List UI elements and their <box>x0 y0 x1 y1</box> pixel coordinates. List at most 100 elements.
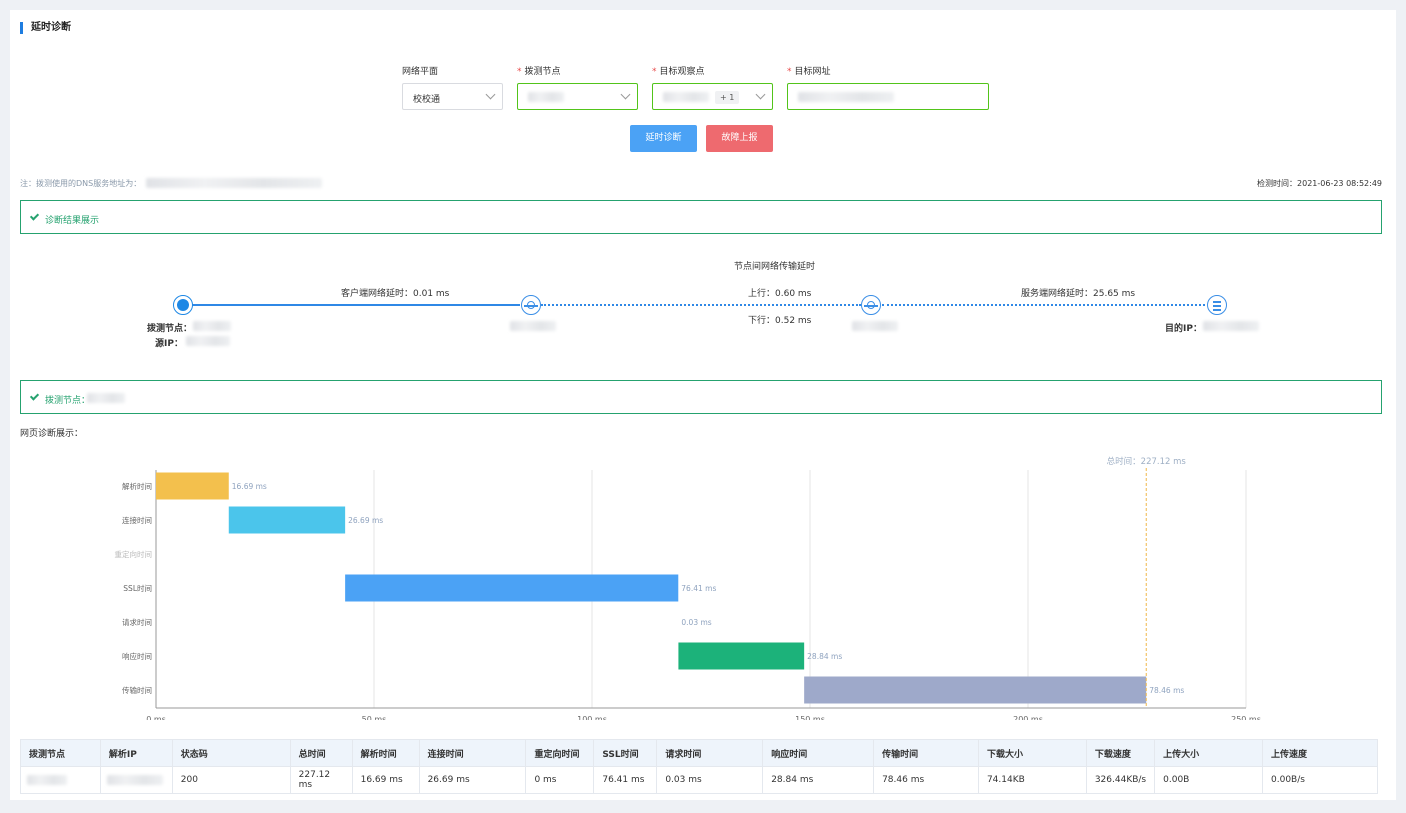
table-cell: 16.69 ms <box>351 766 420 794</box>
extra-count-tag: + 1 <box>715 91 740 104</box>
results-table: 拨测节点 解析IP 状态码 总时间 解析时间 连接时间 重定向时间 SSL时间 请求时间 响应时间… <box>20 739 1378 794</box>
bar-value-label: 16.69 ms <box>232 482 267 491</box>
x-tick-label: 50 ms <box>362 715 387 720</box>
table-cell: 0.00B <box>1154 766 1263 794</box>
dns-note: 注：拨测使用的DNS服务地址为： <box>20 179 142 188</box>
table-cell: 78.46 ms <box>873 766 979 794</box>
report-fault-button[interactable]: 故障上报 <box>706 125 773 152</box>
check-icon <box>29 211 40 221</box>
total-time-label: 总时间：227.12 ms <box>1107 456 1187 467</box>
table-cell <box>20 766 101 794</box>
probe-node-caption: 拨测节点： <box>147 324 193 334</box>
bar <box>156 472 229 500</box>
bar-value-label: 26.69 ms <box>348 516 383 525</box>
x-tick-label: 150 ms <box>795 715 825 720</box>
table-header-cell: 下载大小 <box>977 739 1087 767</box>
probe-node-panel: 拨测节点： <box>20 380 1382 414</box>
waterfall-chart: 0 ms 50 ms 100 ms 150 ms 200 ms 250 ms 解析时间 16.… <box>115 456 1261 720</box>
table-cell: 0.00B/s <box>1262 766 1378 794</box>
check-icon <box>29 391 40 401</box>
bar <box>804 676 1147 704</box>
redacted-source-ip <box>186 336 230 346</box>
table-cell <box>99 766 173 794</box>
bar-value-label: 0.03 ms <box>681 618 711 627</box>
redacted-dest-ip <box>1203 321 1259 331</box>
category-label: 解析时间 <box>122 481 152 491</box>
category-label: 重定向时间 <box>115 549 153 559</box>
category-label: 传输时间 <box>122 685 152 695</box>
table-cell: 26.69 ms <box>418 766 527 794</box>
redacted-dns <box>146 178 322 188</box>
topology-header: 节点间网络传输延时 <box>734 262 816 272</box>
table-cell: 227.12 ms <box>289 766 353 794</box>
target-observe-select[interactable]: + 1 <box>652 83 773 110</box>
client-link-line <box>192 304 520 306</box>
diagnose-button[interactable]: 延时诊断 <box>630 125 697 152</box>
middle-link-line <box>541 304 861 306</box>
redacted-value <box>27 775 67 785</box>
hop-node-icon <box>521 295 541 315</box>
bar-value-label: 76.41 ms <box>681 584 716 593</box>
network-plane-label: 网络平面 <box>402 67 439 77</box>
probe-panel-title: 拨测节点： <box>45 396 91 406</box>
hop-node-icon <box>861 295 881 315</box>
bar <box>228 506 346 534</box>
table-header-cell: 解析时间 <box>351 739 420 767</box>
bar-value-label: 28.84 ms <box>807 652 842 661</box>
table-cell: 28.84 ms <box>762 766 875 794</box>
redacted-probe-node <box>87 393 125 403</box>
table-body: 200 227.12 ms 16.69 ms 26.69 ms 0 ms 76.41 ms… <box>20 766 1378 794</box>
table-cell: 200 <box>171 766 291 794</box>
up-latency: 上行：0.60 ms <box>748 289 812 299</box>
table-header-cell: 总时间 <box>289 739 353 767</box>
bar <box>678 642 805 670</box>
redacted-hop-ip <box>852 321 898 331</box>
table-header-cell: 重定向时间 <box>525 739 595 767</box>
redacted-value <box>528 92 564 102</box>
server-link-line <box>882 304 1205 306</box>
table-cell: 326.44KB/s <box>1085 766 1156 794</box>
table-header-cell: 响应时间 <box>762 739 875 767</box>
server-icon <box>1207 295 1227 315</box>
server-latency: 服务端网络延时：25.65 ms <box>1021 289 1136 299</box>
chevron-down-icon <box>755 89 766 100</box>
category-label: 连接时间 <box>122 515 152 525</box>
table-header-cell: 拨测节点 <box>20 739 101 767</box>
dest-ip-caption: 目的IP： <box>1165 324 1202 334</box>
redacted-hop-ip <box>510 321 556 331</box>
table-cell: 0.03 ms <box>656 766 764 794</box>
table-header-cell: 下载速度 <box>1085 739 1156 767</box>
target-url-input[interactable] <box>787 83 989 110</box>
down-latency: 下行：0.52 ms <box>748 316 812 326</box>
table-cell: 74.14KB <box>977 766 1087 794</box>
table-header-cell: 连接时间 <box>418 739 527 767</box>
network-plane-select[interactable]: 校校通 <box>402 83 503 110</box>
result-panel: 诊断结果展示 <box>20 200 1382 234</box>
client-latency: 客户端网络延时：0.01 ms <box>341 289 450 299</box>
x-tick-label: 250 ms <box>1231 715 1261 720</box>
detect-time: 检测时间：2021-06-23 08:52:49 <box>1257 179 1382 188</box>
table-header-cell: SSL时间 <box>593 739 658 767</box>
x-tick-label: 0 ms <box>146 715 166 720</box>
source-ip-caption: 源IP： <box>155 339 183 349</box>
chevron-down-icon <box>620 89 631 100</box>
redacted-value <box>663 92 709 102</box>
redacted-value <box>798 92 894 102</box>
category-label: 响应时间 <box>122 651 152 661</box>
bar-value-label: 78.46 ms <box>1149 686 1184 695</box>
target-observe-label: * 目标观察点 <box>652 67 705 77</box>
x-tick-label: 200 ms <box>1013 715 1043 720</box>
table-row: 200 227.12 ms 16.69 ms 26.69 ms 0 ms 76.41 ms… <box>20 766 1378 794</box>
web-diag-title: 网页诊断展示： <box>20 429 84 439</box>
probe-node-select[interactable] <box>517 83 638 110</box>
main-card: 延时诊断 网络平面 * 拨测节点 * 目标观察点 * 目标网址 校校通 + 1 延时诊… <box>10 10 1396 800</box>
probe-node-icon <box>173 295 193 315</box>
table-header-cell: 解析IP <box>99 739 173 767</box>
category-label: SSL时间 <box>123 583 152 593</box>
x-tick-label: 100 ms <box>577 715 607 720</box>
network-plane-value: 校校通 <box>413 95 441 105</box>
chevron-down-icon <box>485 89 496 100</box>
section-title: 延时诊断 <box>20 22 71 34</box>
category-label: 请求时间 <box>122 617 152 627</box>
redacted-value <box>106 775 163 785</box>
